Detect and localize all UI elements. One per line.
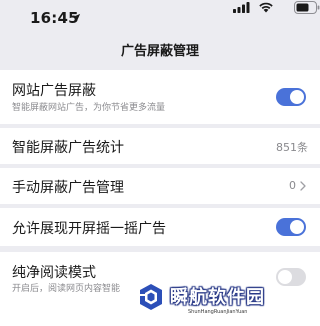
watermark-logo-icon [139, 284, 162, 310]
shake-ads-row[interactable]: 允许展现开屏摇一摇广告 [0, 208, 320, 246]
manual-block-title: 手动屏蔽广告管理 [12, 180, 124, 196]
chevron-right-icon [300, 181, 306, 191]
smart-block-stats-title: 智能屏蔽广告统计 [12, 140, 124, 156]
battery-icon [294, 1, 320, 14]
reader-mode-subtitle: 开启后，阅读网页内容智能 [12, 284, 121, 294]
site-ad-block-toggle[interactable] [276, 88, 306, 106]
watermark: 瞬航软件园 ShunHangRuanJianYuan [136, 280, 320, 326]
watermark-name: 瞬航软件园 [170, 287, 265, 308]
shake-ads-title: 允许展现开屏摇一摇广告 [12, 221, 166, 237]
reader-mode-title: 纯净阅读模式 [12, 265, 96, 281]
status-bar: 16:45 [0, 0, 320, 36]
watermark-subtext: ShunHangRuanJianYuan [188, 309, 248, 315]
page-title: 广告屏蔽管理 [120, 44, 199, 59]
toggle-knob [290, 220, 304, 234]
site-ad-block-row[interactable]: 网站广告屏蔽 智能屏蔽网站广告，为你节省更多流量 [0, 70, 320, 124]
smart-block-stats-value: 851条 [276, 141, 308, 154]
wifi-icon [259, 2, 273, 13]
toggle-knob [290, 90, 304, 104]
smart-block-stats-row[interactable]: 智能屏蔽广告统计 851条 [0, 128, 320, 164]
cellular-signal-icon [233, 2, 250, 13]
site-ad-block-title: 网站广告屏蔽 [12, 83, 96, 99]
shake-ads-toggle[interactable] [276, 218, 306, 236]
manual-block-value: 0 [289, 179, 296, 192]
location-arrow-icon [72, 13, 81, 22]
manual-block-row[interactable]: 手动屏蔽广告管理 0 [0, 168, 320, 204]
site-ad-block-subtitle: 智能屏蔽网站广告，为你节省更多流量 [12, 103, 166, 113]
